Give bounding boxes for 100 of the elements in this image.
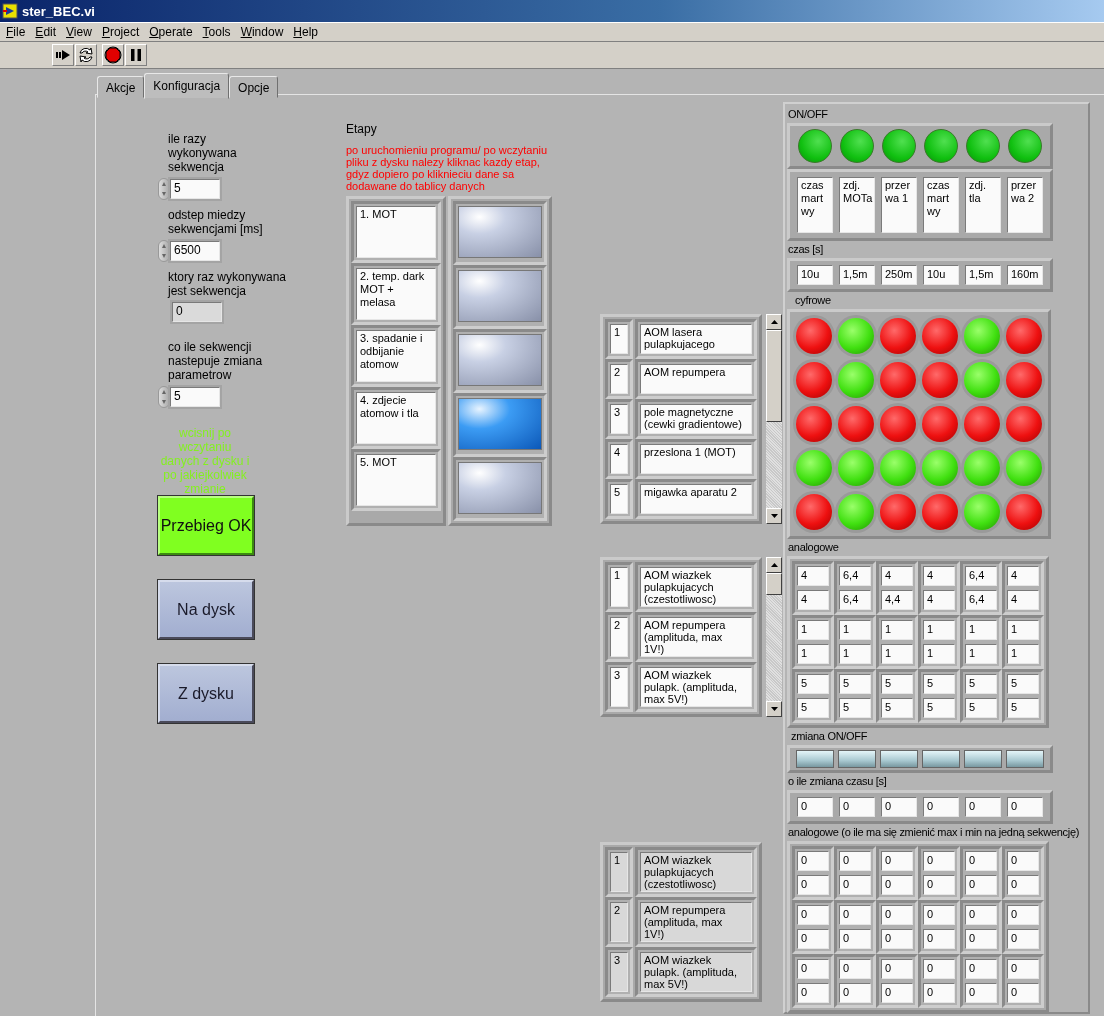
value-field[interactable]: 5 [965, 674, 997, 694]
toggle-button[interactable] [880, 750, 918, 768]
value-field[interactable]: 1 [1007, 644, 1039, 664]
scroll-down-button[interactable] [766, 701, 782, 717]
led-indicator[interactable] [964, 362, 1000, 398]
led-indicator[interactable] [796, 318, 832, 354]
value-field[interactable]: 5 [1007, 698, 1039, 718]
value-field[interactable]: 0 [881, 983, 913, 1003]
value-field[interactable]: 1 [1007, 620, 1039, 640]
run-continuously-button[interactable] [75, 44, 97, 66]
value-field[interactable]: 4 [881, 566, 913, 586]
value-field[interactable]: 6,4 [965, 590, 997, 610]
led-indicator[interactable] [796, 450, 832, 486]
value-field[interactable]: 0 [965, 905, 997, 925]
value-field[interactable]: 5 [965, 698, 997, 718]
time-field[interactable]: 0 [839, 797, 875, 817]
led-indicator[interactable] [880, 318, 916, 354]
value-field[interactable]: 1 [797, 644, 829, 664]
led-indicator[interactable] [838, 450, 874, 486]
time-field[interactable]: 160m [1007, 265, 1043, 285]
value-field[interactable]: 0 [797, 983, 829, 1003]
time-field[interactable]: 0 [797, 797, 833, 817]
value-field[interactable]: 0 [881, 929, 913, 949]
value-field[interactable]: 5 [923, 698, 955, 718]
value-field[interactable]: 5 [839, 698, 871, 718]
value-field[interactable]: 0 [923, 905, 955, 925]
value-field[interactable]: 0 [839, 929, 871, 949]
value-field[interactable]: 0 [839, 983, 871, 1003]
time-field[interactable]: 250m [881, 265, 917, 285]
menu-item[interactable]: File [1, 25, 31, 39]
led-indicator[interactable] [922, 450, 958, 486]
led-button[interactable] [924, 129, 958, 163]
value-field[interactable]: 0 [797, 929, 829, 949]
led-indicator[interactable] [922, 494, 958, 530]
led-indicator[interactable] [838, 362, 874, 398]
led-button[interactable] [840, 129, 874, 163]
scroll-up-button[interactable] [766, 314, 782, 330]
led-indicator[interactable] [880, 494, 916, 530]
scroll-down-button[interactable] [766, 508, 782, 524]
value-field[interactable]: 4 [1007, 566, 1039, 586]
led-indicator[interactable] [964, 494, 1000, 530]
value-field[interactable]: 0 [1007, 959, 1039, 979]
menu-item[interactable]: View [61, 25, 97, 39]
time-field[interactable]: 0 [923, 797, 959, 817]
value-field[interactable]: 0 [881, 959, 913, 979]
value-field[interactable]: 0 [923, 875, 955, 895]
value-field[interactable]: 4 [1007, 590, 1039, 610]
action-button[interactable]: Na dysk [158, 580, 254, 639]
value-field[interactable]: 0 [965, 959, 997, 979]
value-field[interactable]: 1 [881, 620, 913, 640]
value-field[interactable]: 5 [923, 674, 955, 694]
led-indicator[interactable] [1006, 318, 1042, 354]
value-field[interactable]: 0 [923, 959, 955, 979]
led-indicator[interactable] [1006, 494, 1042, 530]
pause-button[interactable] [125, 44, 147, 66]
led-button[interactable] [798, 129, 832, 163]
toggle-button[interactable] [838, 750, 876, 768]
time-field[interactable]: 1,5m [839, 265, 875, 285]
led-indicator[interactable] [922, 318, 958, 354]
led-indicator[interactable] [1006, 362, 1042, 398]
value-field[interactable]: 5 [881, 674, 913, 694]
action-button[interactable]: Z dysku [158, 664, 254, 723]
value-field[interactable]: 1 [839, 644, 871, 664]
value-field[interactable]: 1 [881, 644, 913, 664]
stage-button[interactable] [458, 206, 542, 258]
led-indicator[interactable] [880, 406, 916, 442]
tab[interactable]: Akcje [97, 76, 145, 98]
led-indicator[interactable] [880, 450, 916, 486]
menu-item[interactable]: Operate [144, 25, 198, 39]
value-field[interactable]: 0 [923, 983, 955, 1003]
led-indicator[interactable] [922, 362, 958, 398]
value-field[interactable]: 0 [965, 875, 997, 895]
value-field[interactable]: 1 [965, 644, 997, 664]
time-field[interactable]: 10u [797, 265, 833, 285]
value-field[interactable]: 4 [797, 566, 829, 586]
led-indicator[interactable] [796, 406, 832, 442]
scroll-up-button[interactable] [766, 557, 782, 573]
scrollbar[interactable] [766, 557, 782, 717]
led-indicator[interactable] [964, 450, 1000, 486]
time-field[interactable]: 1,5m [965, 265, 1001, 285]
value-field[interactable]: 0 [839, 851, 871, 871]
value-field[interactable]: 0 [797, 959, 829, 979]
time-field[interactable]: 0 [965, 797, 1001, 817]
stage-button[interactable] [458, 270, 542, 322]
scroll-thumb[interactable] [766, 330, 782, 422]
value-field[interactable]: 5 [881, 698, 913, 718]
value-field[interactable]: 0 [965, 851, 997, 871]
stage-button[interactable] [458, 398, 542, 450]
toggle-button[interactable] [964, 750, 1002, 768]
value-field[interactable]: 0 [965, 929, 997, 949]
value-field[interactable]: 6,4 [965, 566, 997, 586]
menu-item[interactable]: Help [288, 25, 323, 39]
value-field[interactable]: 0 [965, 983, 997, 1003]
led-indicator[interactable] [922, 406, 958, 442]
value-field[interactable]: 0 [1007, 929, 1039, 949]
value-field[interactable]: 0 [1007, 875, 1039, 895]
value-field[interactable]: 0 [1007, 983, 1039, 1003]
led-indicator[interactable] [1006, 406, 1042, 442]
value-field[interactable]: 0 [881, 851, 913, 871]
led-button[interactable] [1008, 129, 1042, 163]
